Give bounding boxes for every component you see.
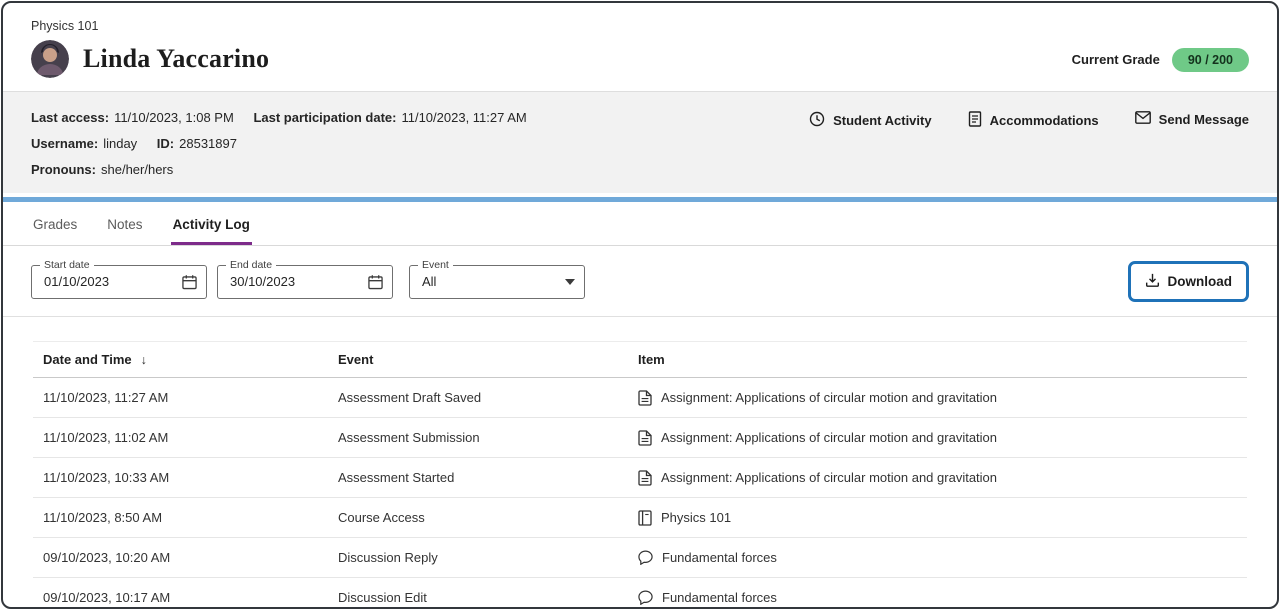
start-date-value: 01/10/2023: [44, 274, 109, 289]
envelope-icon: [1135, 111, 1151, 127]
activity-log-table: Date and Time ↓ Event Item 11/10/2023, 1…: [33, 341, 1247, 609]
table-row: 09/10/2023, 10:17 AM Discussion Edit Fun…: [33, 578, 1247, 609]
table-body: 11/10/2023, 11:27 AM Assessment Draft Sa…: [33, 378, 1247, 609]
last-access-label: Last access:: [31, 110, 109, 125]
avatar: [31, 40, 69, 78]
row-item: Fundamental forces: [638, 590, 1237, 605]
row-item: Physics 101: [638, 510, 1237, 526]
download-button-label: Download: [1168, 274, 1233, 289]
pronouns-value: she/her/hers: [101, 162, 173, 177]
current-grade: Current Grade 90 / 200: [1072, 48, 1249, 72]
start-date-label: Start date: [40, 259, 94, 272]
row-datetime: 09/10/2023, 10:17 AM: [43, 590, 338, 605]
calendar-icon[interactable]: [182, 274, 197, 289]
last-access-value: 11/10/2023, 1:08 PM: [114, 110, 234, 125]
row-datetime: 11/10/2023, 10:33 AM: [43, 470, 338, 485]
event-filter-select[interactable]: Event All: [409, 265, 585, 299]
column-header-event: Event: [338, 352, 638, 367]
item-text: Assignment: Applications of circular mot…: [661, 430, 997, 445]
download-highlight-callout: Download: [1128, 261, 1250, 302]
table-row: 11/10/2023, 11:27 AM Assessment Draft Sa…: [33, 378, 1247, 418]
download-icon: [1145, 272, 1160, 291]
row-event: Assessment Submission: [338, 430, 638, 445]
tab-activity-log[interactable]: Activity Log: [171, 217, 252, 245]
item-text: Physics 101: [661, 510, 731, 525]
assignment-icon: [638, 390, 652, 406]
row-datetime: 11/10/2023, 11:27 AM: [43, 390, 338, 405]
username-label: Username:: [31, 136, 98, 151]
discussion-icon: [638, 590, 653, 605]
start-date-field[interactable]: Start date 01/10/2023: [31, 265, 207, 299]
column-header-date-time[interactable]: Date and Time ↓: [43, 352, 338, 367]
send-message-label: Send Message: [1159, 112, 1249, 127]
table-row: 11/10/2023, 10:33 AM Assessment Started …: [33, 458, 1247, 498]
end-date-field[interactable]: End date 30/10/2023: [217, 265, 393, 299]
last-participation-label: Last participation date:: [253, 110, 396, 125]
tab-bar: Grades Notes Activity Log: [3, 202, 1277, 246]
pronouns-label: Pronouns:: [31, 162, 96, 177]
tab-notes[interactable]: Notes: [105, 217, 144, 245]
chevron-down-icon: [565, 279, 575, 285]
row-item: Assignment: Applications of circular mot…: [638, 430, 1237, 446]
table-row: 09/10/2023, 10:20 AM Discussion Reply Fu…: [33, 538, 1247, 578]
row-event: Assessment Draft Saved: [338, 390, 638, 405]
sort-descending-icon: ↓: [141, 353, 147, 367]
current-grade-label: Current Grade: [1072, 52, 1160, 67]
assignment-icon: [638, 430, 652, 446]
item-text: Assignment: Applications of circular mot…: [661, 390, 997, 405]
row-item: Assignment: Applications of circular mot…: [638, 390, 1237, 406]
row-datetime: 11/10/2023, 8:50 AM: [43, 510, 338, 525]
table-row: 11/10/2023, 8:50 AM Course Access Physic…: [33, 498, 1247, 538]
row-event: Assessment Started: [338, 470, 638, 485]
page-title-student-name: Linda Yaccarino: [83, 44, 269, 74]
item-text: Assignment: Applications of circular mot…: [661, 470, 997, 485]
item-text: Fundamental forces: [662, 590, 777, 605]
end-date-value: 30/10/2023: [230, 274, 295, 289]
item-text: Fundamental forces: [662, 550, 777, 565]
tab-grades[interactable]: Grades: [31, 217, 79, 245]
last-participation-value: 11/10/2023, 11:27 AM: [401, 110, 526, 125]
username-value: linday: [103, 136, 137, 151]
course-name: Physics 101: [31, 19, 269, 33]
current-grade-badge[interactable]: 90 / 200: [1172, 48, 1249, 72]
id-label: ID:: [157, 136, 174, 151]
student-identity: Physics 101 Linda Yaccarino: [31, 19, 269, 78]
event-filter-value: All: [422, 274, 436, 289]
row-item: Fundamental forces: [638, 550, 1237, 565]
id-value: 28531897: [179, 136, 237, 151]
student-info-fields: Last access: 11/10/2023, 1:08 PM Last par…: [31, 110, 527, 177]
info-band-actions: Student Activity Accommodations Send Mes…: [809, 111, 1249, 177]
download-button[interactable]: Download: [1132, 265, 1246, 298]
student-activity-label: Student Activity: [833, 113, 931, 128]
clock-icon: [809, 111, 825, 130]
send-message-link[interactable]: Send Message: [1135, 111, 1249, 127]
student-activity-page: Physics 101 Linda Yaccarino Current Grad…: [1, 1, 1279, 609]
table-row: 11/10/2023, 11:02 AM Assessment Submissi…: [33, 418, 1247, 458]
row-item: Assignment: Applications of circular mot…: [638, 470, 1237, 486]
accommodations-label: Accommodations: [990, 113, 1099, 128]
row-datetime: 11/10/2023, 11:02 AM: [43, 430, 338, 445]
accommodations-icon: [968, 111, 982, 130]
student-activity-link[interactable]: Student Activity: [809, 111, 931, 130]
table-header-row: Date and Time ↓ Event Item: [33, 341, 1247, 378]
date-time-header-label: Date and Time: [43, 352, 132, 367]
row-datetime: 09/10/2023, 10:20 AM: [43, 550, 338, 565]
student-header: Physics 101 Linda Yaccarino Current Grad…: [3, 3, 1277, 91]
row-event: Course Access: [338, 510, 638, 525]
column-header-item: Item: [638, 352, 1237, 367]
student-info-band: Last access: 11/10/2023, 1:08 PM Last par…: [3, 91, 1277, 193]
event-filter-label: Event: [418, 259, 453, 272]
discussion-icon: [638, 550, 653, 565]
assignment-icon: [638, 470, 652, 486]
calendar-icon[interactable]: [368, 274, 383, 289]
end-date-label: End date: [226, 259, 276, 272]
row-event: Discussion Reply: [338, 550, 638, 565]
row-event: Discussion Edit: [338, 590, 638, 605]
filter-bar: Start date 01/10/2023 End date 30/10/202…: [3, 246, 1277, 317]
course-icon: [638, 510, 652, 526]
accommodations-link[interactable]: Accommodations: [968, 111, 1099, 130]
